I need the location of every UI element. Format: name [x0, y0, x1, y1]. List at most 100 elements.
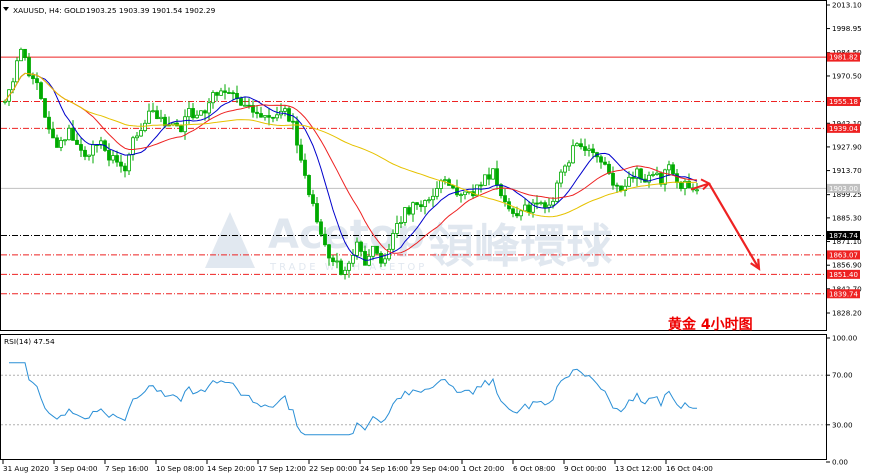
candle-body — [155, 110, 159, 120]
candle-body — [655, 172, 659, 175]
candle-body — [263, 115, 267, 118]
candle-body — [283, 108, 287, 112]
time-tick-label: 14 Sep 20:00 — [207, 464, 255, 473]
candle-body — [267, 115, 271, 118]
candle-body — [315, 203, 319, 223]
level-tag-label: 1981.82 — [829, 54, 858, 62]
candle-body — [627, 176, 631, 187]
candle-body — [75, 139, 79, 145]
candle-body — [219, 90, 223, 96]
candle-body — [203, 110, 207, 114]
candle-body — [671, 164, 675, 175]
candle-body — [379, 252, 383, 264]
candle-body — [195, 114, 199, 119]
candle-body — [411, 202, 415, 215]
candle-body — [59, 139, 63, 148]
candle-body — [275, 114, 279, 119]
candle-body — [319, 221, 323, 235]
candle-body — [523, 204, 527, 212]
time-tick-label: 1 Oct 20:00 — [462, 464, 505, 473]
time-tick-label: 10 Sep 08:00 — [156, 464, 204, 473]
candle-body — [459, 194, 463, 197]
candle-body — [495, 168, 499, 186]
candle-body — [327, 244, 331, 259]
price-tick-label: 1927.90 — [832, 142, 862, 151]
candle-body — [143, 122, 147, 131]
rsi-tick-label: 0.00 — [832, 458, 848, 467]
rsi-tick-label: 100.00 — [832, 334, 858, 343]
candle-body — [127, 154, 131, 172]
candle-body — [431, 195, 435, 201]
candle-body — [395, 223, 399, 234]
candle-body — [43, 98, 47, 118]
candle-body — [231, 92, 235, 95]
candle-body — [419, 204, 423, 208]
mt4-chart: Acetop TRADE WITH ACETOP 領峰環球 2013.10199… — [0, 0, 862, 473]
candle-body — [211, 92, 215, 104]
time-tick-label: 13 Oct 12:00 — [615, 464, 662, 473]
candle-body — [159, 116, 163, 120]
candle-body — [119, 161, 123, 167]
candle-body — [243, 104, 247, 107]
candle-body — [435, 188, 439, 197]
ohlc-values: 1903.25 1903.39 1901.54 1902.29 — [86, 6, 216, 15]
candle-body — [311, 194, 315, 204]
time-tick-label: 3 Sep 04:00 — [54, 464, 98, 473]
candle-body — [247, 104, 251, 107]
level-tag-label: 1939.04 — [829, 125, 858, 133]
candle-body — [479, 184, 483, 187]
price-axis: 2013.101998.951984.501970.501956.051942.… — [826, 1, 862, 318]
candle-body — [131, 137, 135, 156]
candle-body — [223, 90, 227, 93]
candle-body — [375, 245, 379, 254]
time-tick-label: 22 Sep 00:00 — [309, 464, 357, 473]
candle-body — [35, 78, 39, 84]
candle-body — [215, 92, 219, 96]
candle-body — [291, 120, 295, 123]
candle-body — [15, 60, 19, 83]
time-tick-label: 16 Oct 04:00 — [666, 464, 713, 473]
candle-body — [619, 185, 623, 191]
candle-body — [631, 176, 635, 179]
price-tick-label: 1856.90 — [832, 261, 862, 270]
candle-body — [383, 258, 387, 264]
candle-body — [191, 108, 195, 119]
rsi-panel-frame — [0, 334, 827, 460]
price-tick-label: 1970.50 — [832, 71, 862, 80]
candle-body — [187, 108, 191, 118]
candle-body — [679, 182, 683, 189]
candle-body — [367, 255, 371, 266]
candle-body — [123, 165, 127, 172]
candle-body — [255, 111, 259, 114]
candle-body — [31, 75, 35, 80]
price-tick-label: 1998.95 — [832, 24, 862, 33]
candle-body — [151, 110, 155, 113]
candle-body — [675, 173, 679, 183]
candle-body — [519, 210, 523, 217]
candle-body — [423, 200, 427, 208]
candle-body — [207, 102, 211, 114]
candle-body — [563, 165, 567, 173]
candle-body — [331, 257, 335, 263]
candle-body — [87, 154, 91, 157]
candle-body — [135, 135, 139, 139]
candle-body — [3, 100, 7, 103]
candle-body — [527, 204, 531, 213]
candle-body — [351, 255, 355, 264]
candle-body — [427, 199, 431, 202]
candle-body — [591, 148, 595, 154]
candle-body — [439, 180, 443, 189]
candle-body — [443, 179, 447, 182]
candle-body — [511, 208, 515, 214]
candle-body — [603, 161, 607, 165]
candle-body — [407, 207, 411, 215]
level-tag-label: 1863.07 — [829, 251, 858, 259]
candle-body — [67, 127, 71, 141]
candle-body — [339, 260, 343, 275]
price-tick-label: 1885.30 — [832, 213, 862, 222]
time-tick-label: 9 Oct 00:00 — [564, 464, 607, 473]
candle-body — [115, 155, 119, 163]
candle-body — [147, 110, 151, 124]
time-tick-label: 31 Aug 2020 — [3, 464, 49, 473]
candle-body — [587, 148, 591, 151]
